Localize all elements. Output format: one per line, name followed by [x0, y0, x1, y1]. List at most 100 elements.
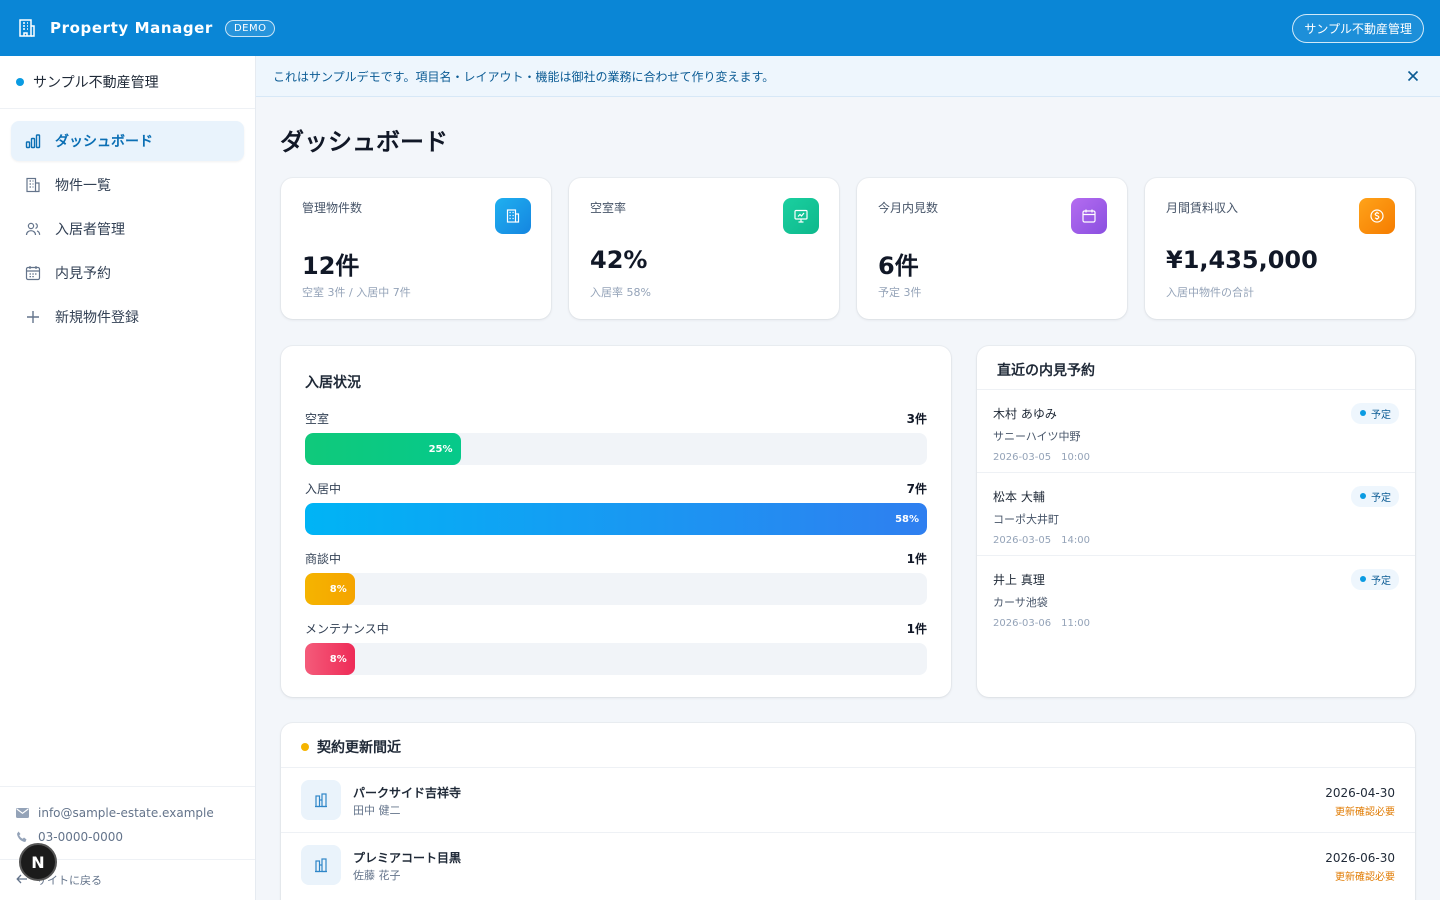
bar-label: 空室 — [305, 412, 330, 426]
bar-label: 入居中 — [305, 482, 342, 496]
page-title: ダッシュボード — [280, 128, 448, 156]
bar-track: 8% — [305, 643, 927, 675]
bar-count: 3件 — [906, 412, 927, 426]
renewals-title: 契約更新間近 — [301, 737, 401, 757]
recent-viewings-card: 直近の内見予約 木村 あゆみ サニーハイツ中野 2026-03-05 10:00… — [977, 346, 1415, 697]
demo-badge: DEMO — [224, 19, 276, 37]
renewal-property: パークサイド吉祥寺 — [353, 786, 462, 800]
status-badge: 予定 — [1351, 486, 1399, 507]
bar-label: メンテナンス中 — [305, 622, 389, 636]
viewing-datetime: 2026-03-05 10:00 — [993, 452, 1090, 463]
sidebar-item-tenants[interactable]: 入居者管理 — [11, 209, 244, 249]
viewing-item[interactable]: 井上 真理 カーサ池袋 2026-03-06 11:00 予定 — [977, 555, 1415, 638]
building-icon — [301, 845, 341, 885]
occupancy-row-maintenance: メンテナンス中 1件 8% — [305, 620, 927, 675]
phone-icon — [16, 831, 30, 843]
bar-fill: 8% — [305, 573, 355, 605]
stat-subtext: 入居中物件の合計 — [1166, 286, 1254, 299]
sidebar-item-label: 新規物件登録 — [55, 310, 139, 326]
users-icon — [25, 221, 41, 237]
stat-value: ¥1,435,000 — [1166, 246, 1318, 274]
renewal-date: 2026-04-30 — [1325, 786, 1395, 800]
company-selector[interactable]: サンプル不動産管理 — [1292, 13, 1424, 43]
bar-fill: 8% — [305, 643, 355, 675]
warning-dot — [301, 743, 309, 751]
sidebar-company: サンプル不動産管理 — [0, 56, 255, 109]
stat-label: 月間賃料収入 — [1166, 201, 1239, 215]
sidebar-item-new-property[interactable]: 新規物件登録 — [11, 297, 244, 337]
viewing-item[interactable]: 松本 大輔 コーポ大井町 2026-03-05 14:00 予定 — [977, 472, 1415, 555]
bar-label: 商談中 — [305, 552, 342, 566]
occupancy-title: 入居状況 — [305, 375, 361, 391]
sidebar-item-properties[interactable]: 物件一覧 — [11, 165, 244, 205]
sidebar-nav: ダッシュボード 物件一覧 入居者管理 内見予約 新規物件登録 — [0, 109, 255, 353]
renewal-date: 2026-06-30 — [1325, 851, 1395, 865]
sidebar-item-viewings[interactable]: 内見予約 — [11, 253, 244, 293]
bar-percent: 8% — [329, 583, 347, 595]
contact-email-text: info@sample-estate.example — [38, 806, 214, 820]
stat-card-vacancy: 空室率 42% 入居率 58% — [569, 178, 839, 319]
stat-value: 6件 — [878, 252, 919, 280]
demo-notice-banner: これはサンプルデモです。項目名・レイアウト・機能は御社の業務に合わせて作り変えま… — [256, 56, 1440, 97]
dev-tools-badge[interactable]: N — [19, 843, 57, 881]
building-icon — [495, 198, 531, 234]
bar-count: 1件 — [906, 552, 927, 566]
bar-percent: 58% — [895, 513, 919, 525]
sidebar-item-dashboard[interactable]: ダッシュボード — [11, 121, 244, 161]
renewals-title-text: 契約更新間近 — [317, 740, 401, 756]
renewal-tenant: 田中 健二 — [353, 804, 401, 817]
sidebar-item-label: ダッシュボード — [55, 134, 153, 150]
viewing-item[interactable]: 木村 あゆみ サニーハイツ中野 2026-03-05 10:00 予定 — [977, 389, 1415, 472]
stat-label: 今月内見数 — [878, 201, 939, 215]
mail-icon — [16, 808, 30, 818]
close-icon[interactable] — [1404, 67, 1422, 85]
stat-card-revenue: 月間賃料収入 ¥1,435,000 入居中物件の合計 — [1145, 178, 1415, 319]
stat-subtext: 入居率 58% — [590, 286, 651, 299]
renewal-property: プレミアコート目黒 — [353, 851, 462, 865]
sidebar-company-name: サンプル不動産管理 — [33, 75, 159, 91]
viewing-property: コーポ大井町 — [993, 513, 1059, 526]
calendar-icon — [1071, 198, 1107, 234]
occupancy-card: 入居状況 空室 3件 25% 入居中 7件 58% 商談中 1件 8% メンテナンス中… — [281, 346, 951, 697]
building-icon — [301, 780, 341, 820]
viewing-name: 木村 あゆみ — [993, 407, 1057, 421]
notice-text: これはサンプルデモです。項目名・レイアウト・機能は御社の業務に合わせて作り変えま… — [273, 69, 775, 84]
renewal-note: 更新確認必要 — [1335, 807, 1395, 818]
viewing-name: 松本 大輔 — [993, 490, 1045, 504]
top-header: Property Manager DEMO サンプル不動産管理 — [0, 0, 1440, 56]
viewing-datetime: 2026-03-06 11:00 — [993, 618, 1090, 629]
viewing-property: カーサ池袋 — [993, 596, 1048, 609]
stat-label: 管理物件数 — [302, 201, 363, 215]
viewings-title: 直近の内見予約 — [997, 363, 1095, 379]
status-badge: 予定 — [1351, 403, 1399, 424]
contact-phone-text: 03-0000-0000 — [38, 830, 124, 844]
bar-count: 1件 — [906, 622, 927, 636]
sidebar-item-label: 内見予約 — [55, 266, 111, 282]
sidebar-item-label: 入居者管理 — [55, 222, 125, 238]
occupancy-row-negotiating: 商談中 1件 8% — [305, 550, 927, 605]
bar-track: 58% — [305, 503, 927, 535]
bar-fill: 58% — [305, 503, 927, 535]
renewal-item[interactable]: プレミアコート目黒 佐藤 花子 2026-06-30 更新確認必要 — [281, 832, 1415, 897]
building-icon — [16, 17, 38, 39]
contact-email: info@sample-estate.example — [16, 801, 239, 825]
stat-subtext: 空室 3件 / 入居中 7件 — [302, 286, 411, 299]
viewing-property: サニーハイツ中野 — [993, 430, 1081, 443]
renewal-note: 更新確認必要 — [1335, 872, 1395, 883]
contract-renewals-card: 契約更新間近 パークサイド吉祥寺 田中 健二 2026-04-30 更新確認必要… — [281, 723, 1415, 900]
occupancy-row-vacant: 空室 3件 25% — [305, 410, 927, 465]
bar-count: 7件 — [906, 482, 927, 496]
contact-phone: 03-0000-0000 — [16, 825, 239, 849]
renewal-item[interactable]: パークサイド吉祥寺 田中 健二 2026-04-30 更新確認必要 — [281, 767, 1415, 832]
bar-chart-icon — [25, 133, 41, 149]
calendar-icon — [25, 265, 41, 281]
bar-fill: 25% — [305, 433, 461, 465]
status-badge: 予定 — [1351, 569, 1399, 590]
coin-icon — [1359, 198, 1395, 234]
renewal-tenant: 佐藤 花子 — [353, 869, 401, 882]
app-title: Property Manager — [50, 19, 213, 37]
occupancy-row-occupied: 入居中 7件 58% — [305, 480, 927, 535]
viewing-name: 井上 真理 — [993, 573, 1045, 587]
bar-track: 8% — [305, 573, 927, 605]
stat-value: 12件 — [302, 252, 360, 280]
